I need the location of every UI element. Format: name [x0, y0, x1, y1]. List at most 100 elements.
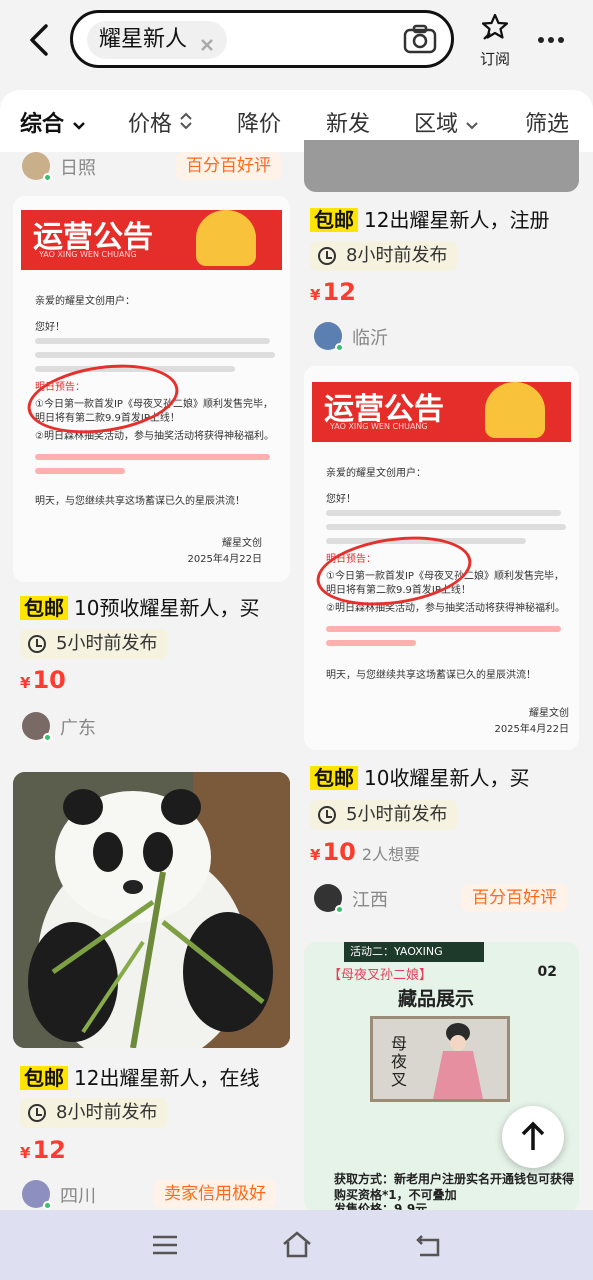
- text-line: [326, 524, 566, 530]
- seller-row[interactable]: 广东: [22, 712, 282, 744]
- back-button[interactable]: [22, 20, 58, 60]
- filter-price-drop[interactable]: 降价: [237, 106, 281, 138]
- avatar: [22, 1180, 52, 1210]
- filter-label: 综合: [20, 112, 65, 137]
- svg-text:夜: 夜: [391, 1052, 407, 1071]
- text-line: [326, 626, 561, 632]
- product-title[interactable]: 包邮 12出耀星新人，注册: [310, 204, 549, 233]
- clear-query-button[interactable]: [197, 30, 217, 51]
- product-title-text: 10收耀星新人，买: [364, 766, 530, 790]
- subscribe-label: 订阅: [479, 50, 510, 68]
- price-value: 12: [322, 278, 356, 306]
- sort-icon: [180, 112, 192, 130]
- avatar: [22, 712, 52, 742]
- clock-icon: [28, 635, 46, 653]
- poster-tagline: 【母夜叉孙二娘】: [328, 968, 433, 983]
- seller-row[interactable]: 日照 百分百好评: [22, 152, 282, 184]
- filter-label: 区域: [414, 112, 459, 137]
- poster-heading: 藏品展示: [398, 988, 475, 1010]
- artwork-frame: 母 夜 叉: [370, 1016, 510, 1102]
- avatar: [314, 322, 344, 352]
- post-time: 8小时前发布: [346, 245, 448, 266]
- ann-greeting: 亲爱的耀星文创用户：: [326, 468, 426, 479]
- ann-hello: 您好！: [326, 494, 356, 505]
- product-title-text: 12出耀星新人，注册: [364, 208, 550, 232]
- camera-icon: [403, 24, 437, 54]
- mascot-illustration: [196, 210, 256, 266]
- svg-text:叉: 叉: [391, 1070, 407, 1089]
- recents-button[interactable]: [148, 1228, 182, 1262]
- menu-icon: [153, 1235, 177, 1255]
- product-image[interactable]: [304, 140, 579, 192]
- price-value: 10: [322, 838, 356, 866]
- filter-more[interactable]: 筛选: [525, 106, 569, 138]
- product-card-image[interactable]: 运营公告 YAO XING WEN CHUANG 亲爱的耀星文创用户： 您好！ …: [13, 196, 290, 582]
- text-line: [35, 454, 270, 460]
- poster-header: 活动二：YAOXING: [344, 942, 484, 962]
- product-card-image[interactable]: 活动二：YAOXING 【母夜叉孙二娘】 02 藏品展示 母 夜 叉 获取方式：…: [304, 942, 579, 1212]
- price: ¥10 2人想要: [310, 838, 420, 866]
- free-shipping-badge: 包邮: [310, 766, 358, 790]
- clock-icon: [318, 806, 336, 824]
- search-query-chip[interactable]: 耀星新人: [87, 21, 228, 59]
- scroll-to-top-button[interactable]: [502, 1106, 564, 1168]
- svg-text:母: 母: [391, 1034, 407, 1053]
- search-query: 耀星新人: [99, 27, 188, 52]
- seller-location: 四川: [60, 1186, 96, 1207]
- text-line: [35, 352, 275, 358]
- filter-comprehensive[interactable]: 综合: [20, 106, 86, 138]
- search-bar[interactable]: 耀星新人: [70, 10, 454, 68]
- banner-subtitle: YAO XING WEN CHUANG: [330, 422, 428, 431]
- text-line: [326, 510, 561, 516]
- clock-icon: [318, 247, 336, 265]
- avatar: [314, 884, 344, 914]
- post-time: 8小时前发布: [56, 1102, 158, 1123]
- post-time-badge: 5小时前发布: [310, 800, 458, 830]
- panda-image[interactable]: [13, 772, 290, 1048]
- pin-star-icon: [481, 13, 509, 40]
- chevron-down-icon: [466, 122, 478, 130]
- more-button[interactable]: [536, 28, 570, 48]
- product-card-image[interactable]: 运营公告 YAO XING WEN CHUANG 亲爱的耀星文创用户： 您好！ …: [304, 366, 579, 750]
- currency-symbol: ¥: [20, 1144, 31, 1162]
- poster-number: 02: [537, 964, 557, 980]
- announcement-banner: 运营公告 YAO XING WEN CHUANG: [21, 210, 282, 270]
- product-title[interactable]: 包邮 12出耀星新人，在线: [20, 1062, 259, 1091]
- seller-row[interactable]: 江西 百分百好评: [314, 884, 576, 916]
- seller-row[interactable]: 临沂: [314, 322, 574, 354]
- ann-sign: 耀星文创: [529, 708, 569, 719]
- filter-label: 降价: [237, 112, 282, 137]
- free-shipping-badge: 包邮: [20, 1066, 68, 1090]
- ann-closing: 明天，与您继续共享这场蓄谋已久的星辰洪流！: [35, 496, 245, 507]
- poster-line1: 获取方式：新老用户注册实名开通钱包可获得: [334, 1172, 575, 1186]
- text-line: [35, 468, 125, 474]
- price: ¥10: [20, 666, 66, 694]
- home-button[interactable]: [280, 1228, 314, 1262]
- filter-region[interactable]: 区域: [414, 106, 479, 138]
- post-time: 5小时前发布: [56, 633, 158, 654]
- mascot-illustration: [485, 382, 545, 438]
- filter-label: 筛选: [525, 112, 570, 137]
- seller-row[interactable]: 四川 卖家信用极好: [22, 1180, 284, 1212]
- product-title[interactable]: 包邮 10收耀星新人，买: [310, 762, 529, 791]
- subscribe-button[interactable]: 订阅: [472, 12, 518, 68]
- arrow-up-icon: [521, 1121, 545, 1150]
- system-nav-bar: [0, 1210, 593, 1280]
- back-arrow-icon: [30, 24, 48, 56]
- camera-search-button[interactable]: [403, 23, 437, 55]
- ann-greeting: 亲爱的耀星文创用户：: [35, 296, 135, 307]
- online-indicator: [43, 733, 52, 742]
- filter-price[interactable]: 价格: [128, 106, 193, 138]
- chevron-down-icon: [72, 122, 85, 130]
- announcement-banner: 运营公告 YAO XING WEN CHUANG: [312, 382, 571, 442]
- text-line: [326, 640, 416, 646]
- back-nav-button[interactable]: [412, 1228, 446, 1262]
- filter-label: 价格: [128, 112, 173, 137]
- product-title[interactable]: 包邮 10预收耀星新人，买: [20, 592, 259, 621]
- banner-subtitle: YAO XING WEN CHUANG: [39, 250, 137, 259]
- more-icon-dot: [558, 37, 564, 43]
- free-shipping-badge: 包邮: [310, 208, 358, 232]
- close-icon: [201, 39, 213, 51]
- filter-new[interactable]: 新发: [326, 106, 370, 138]
- more-icon-dot: [548, 37, 554, 43]
